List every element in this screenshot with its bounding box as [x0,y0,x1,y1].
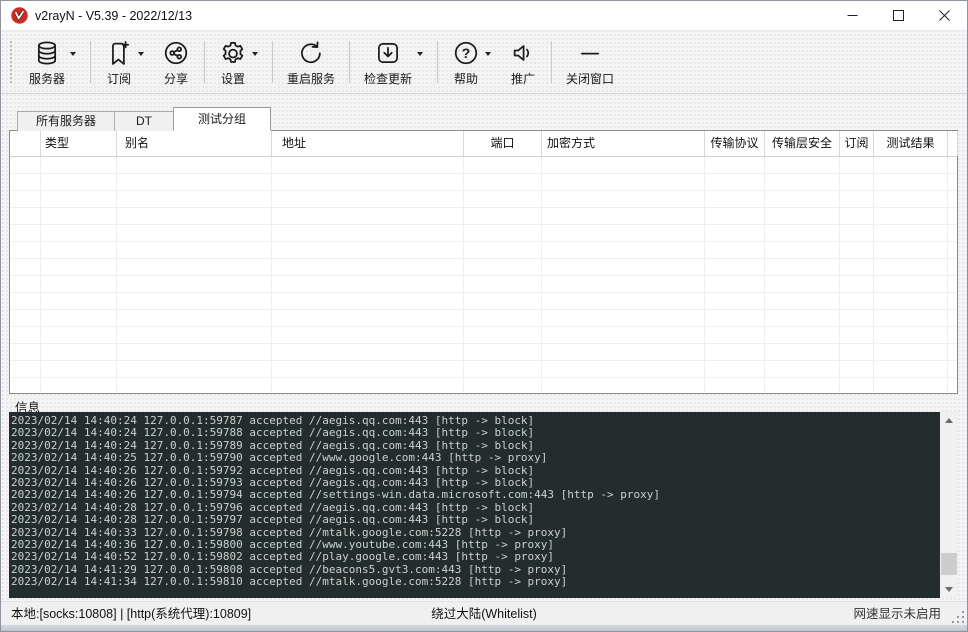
tab-0[interactable]: 所有服务器 [17,111,115,131]
toolbar-button-label: 重启服务 [287,72,336,86]
close-icon [938,10,950,21]
column-header-3[interactable]: 端口 [464,131,542,156]
grid-vline [764,157,765,392]
grid-vline [271,157,272,392]
toolbar-button-label: 服务器 [29,72,66,86]
server-table-header: 类型 别名 地址 端口 加密方式 传输协议 传输层安全 订阅 测试结果 [10,131,958,157]
column-header-7[interactable]: 订阅 [840,131,874,156]
maximize-button[interactable] [875,1,921,31]
column-header-1[interactable]: 别名 [117,131,272,156]
column-header-5[interactable]: 传输协议 [705,131,765,156]
grid-vline [116,157,117,392]
svg-text:?: ? [462,45,471,61]
toolbar-button-help[interactable]: ? 帮助 [443,33,500,91]
toolbar-separator [204,41,206,83]
dropdown-arrow-icon[interactable] [252,52,259,56]
toolbar-button-label: 帮助 [454,72,479,86]
toolbar-button-label: 订阅 [107,72,132,86]
close-window-icon [576,39,604,67]
help-icon: ? [452,39,480,67]
close-button[interactable] [921,1,967,31]
dropdown-arrow-icon[interactable] [417,52,424,56]
toolbar-separator [437,41,439,83]
column-header-6[interactable]: 传输层安全 [765,131,840,156]
column-header-2[interactable]: 地址 [272,131,464,156]
dropdown-arrow-icon[interactable] [485,52,492,56]
toolbar-button-gear[interactable]: 设置 [210,33,267,91]
dropdown-arrow-icon[interactable] [138,52,145,56]
v2rayn-window: v2rayN - V5.39 - 2022/12/13 服务器 订阅 分享 设置 重启服… [0,0,968,632]
toolbar-button-label: 分享 [164,72,189,86]
dropdown-arrow-icon[interactable] [70,52,77,56]
log-scrollbar[interactable] [940,412,958,598]
grid-vline [463,157,464,392]
restart-icon [297,39,325,67]
toolbar-button-label: 检查更新 [364,72,413,86]
filler-column [948,131,958,156]
toolbar-grip[interactable] [9,40,14,84]
speaker-icon [509,39,537,67]
log-text: 2023/02/14 14:40:24 127.0.0.1:59787 acce… [11,414,661,589]
database-icon [33,39,61,67]
window-title: v2rayN - V5.39 - 2022/12/13 [35,8,193,23]
column-header-8[interactable]: 测试结果 [874,131,948,156]
scroll-down-icon[interactable] [940,581,958,598]
app-logo-icon [11,7,28,24]
grid-vline [40,157,41,392]
toolbar-button-speaker[interactable]: 推广 [500,33,546,91]
server-group-tabs: 所有服务器 DT 测试分组 [17,107,271,131]
resize-grip[interactable] [952,611,965,624]
grid-vline [947,157,948,392]
window-bottom-edge [1,625,967,631]
tab-1[interactable]: DT [114,111,174,131]
window-controls [829,1,967,31]
server-table-body[interactable] [10,157,957,393]
update-download-icon [374,39,402,67]
bookmark-add-icon [105,39,133,67]
toolbar-button-database[interactable]: 服务器 [20,33,85,91]
grid-vline [541,157,542,392]
row-header-column [10,131,41,156]
toolbar-button-update-download[interactable]: 检查更新 [355,33,432,91]
toolbar-button-label: 关闭窗口 [566,72,615,86]
toolbar-button-close-window[interactable]: 关闭窗口 [557,33,623,91]
maximize-icon [892,10,904,21]
toolbar-button-bookmark-add[interactable]: 订阅 [96,33,153,91]
status-bar: 本地:[socks:10808] | [http(系统代理):10809] 绕过… [1,601,967,626]
scroll-up-icon[interactable] [940,412,958,429]
column-header-0[interactable]: 类型 [41,131,117,156]
speed-display-status[interactable]: 网速显示未启用 [853,602,941,626]
toolbar-separator [90,41,92,83]
tab-active-2[interactable]: 测试分组 [173,107,271,131]
server-table: 类型 别名 地址 端口 加密方式 传输协议 传输层安全 订阅 测试结果 [9,130,958,394]
log-scrollbar-thumb[interactable] [941,553,957,575]
log-console: 2023/02/14 14:40:24 127.0.0.1:59787 acce… [9,412,958,598]
column-header-4[interactable]: 加密方式 [542,131,705,156]
gear-icon [219,39,247,67]
minimize-icon [847,15,857,16]
grid-vline [873,157,874,392]
toolbar-button-label: 推广 [511,72,536,86]
toolbar-separator [551,41,553,83]
toolbar-separator [349,41,351,83]
grid-vline [704,157,705,392]
toolbar-button-restart[interactable]: 重启服务 [278,33,344,91]
toolbar-separator [272,41,274,83]
minimize-button[interactable] [829,1,875,31]
toolbar: 服务器 订阅 分享 设置 重启服务 检查更新? 帮助 推广 关闭窗口 [1,31,967,94]
grid-vline [839,157,840,392]
routing-mode-status[interactable]: 绕过大陆(Whitelist) [1,602,967,626]
share-icon [162,39,190,67]
toolbar-button-share[interactable]: 分享 [153,33,199,91]
toolbar-button-label: 设置 [221,72,246,86]
titlebar: v2rayN - V5.39 - 2022/12/13 [1,1,967,31]
